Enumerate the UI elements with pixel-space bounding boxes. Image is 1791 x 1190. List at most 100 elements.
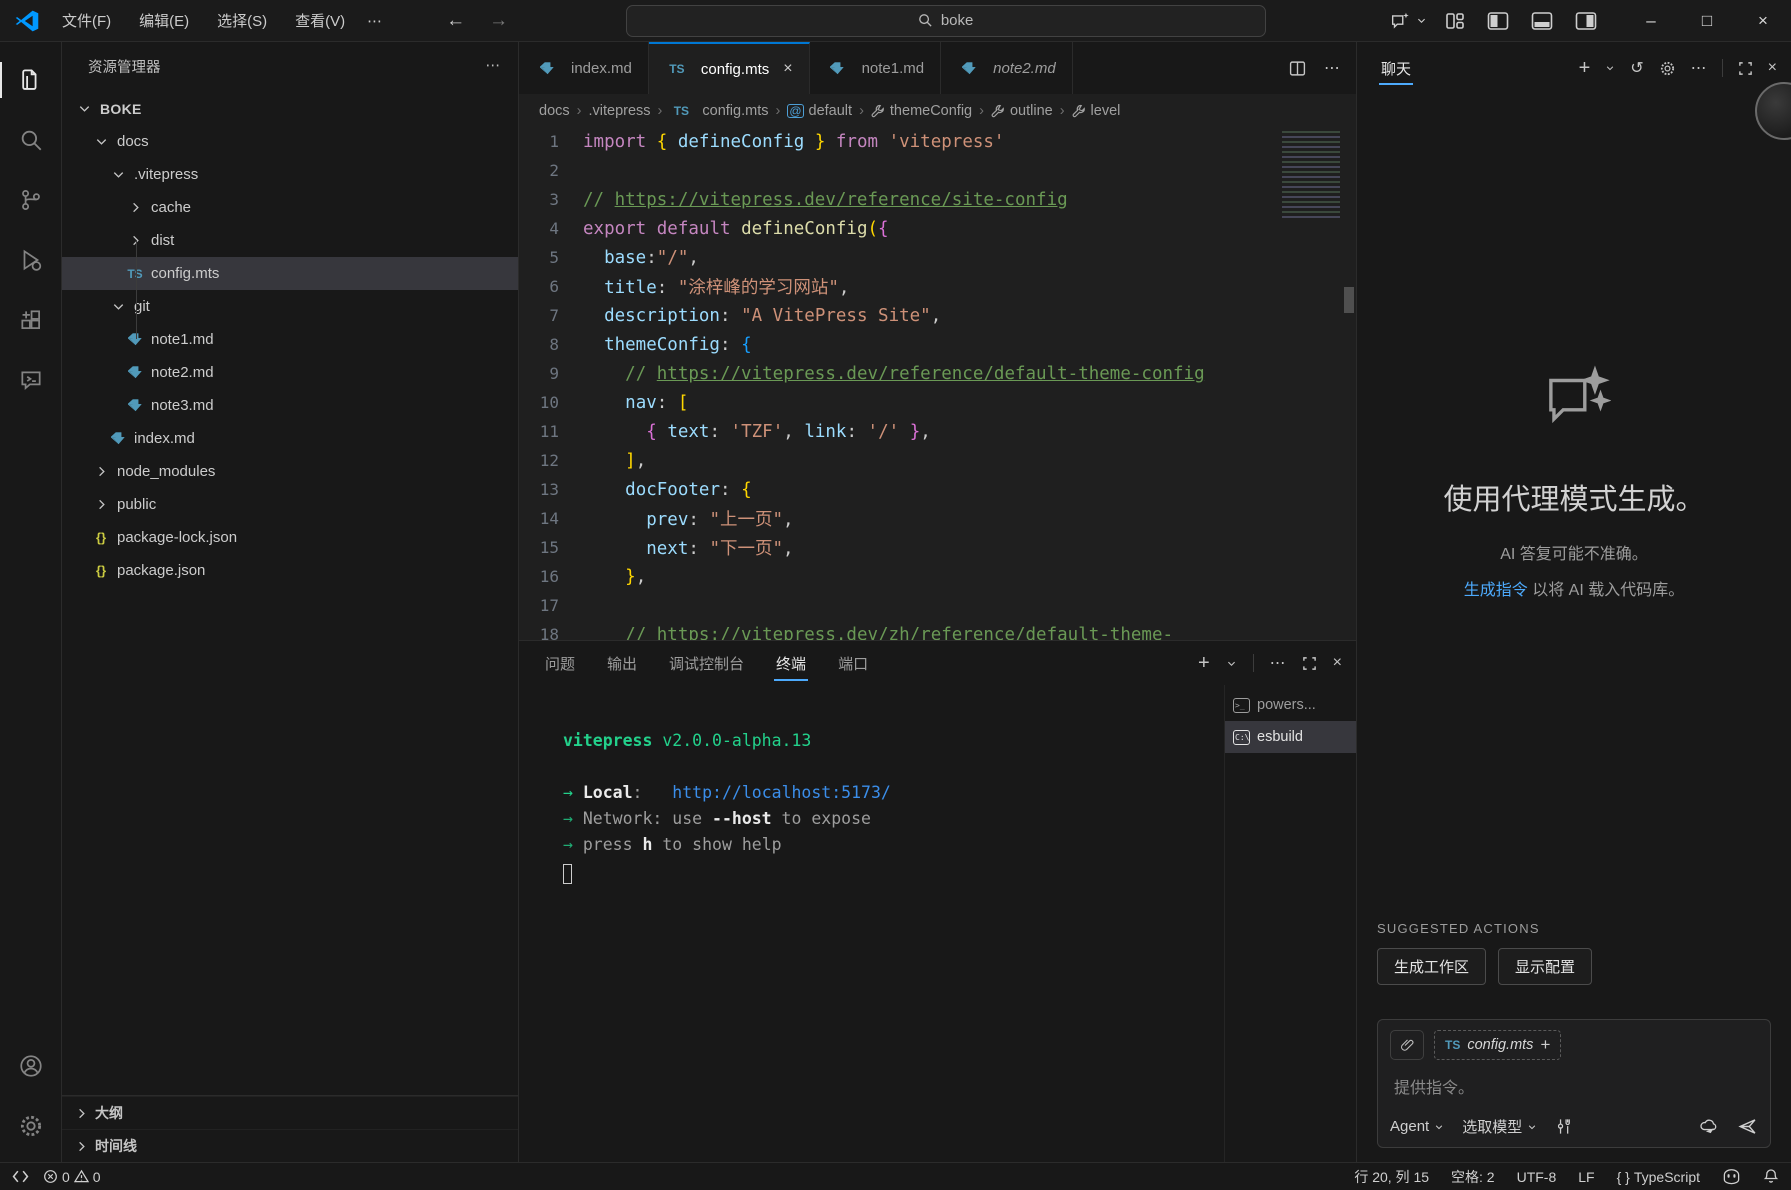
chat-input-box[interactable]: TS config.mts + 提供指令。 Agent 选取模型 — [1377, 1019, 1771, 1148]
extensions-icon[interactable] — [0, 290, 62, 350]
problems-status[interactable]: 0 0 — [43, 1169, 101, 1185]
send-icon[interactable] — [1737, 1116, 1758, 1137]
terminal-instance[interactable]: >_powers... — [1225, 689, 1356, 721]
chat-icon[interactable] — [0, 350, 62, 410]
breadcrumb[interactable]: docs›.vitepress›TSconfig.mts›@default›th… — [519, 94, 1356, 127]
toggle-panel-icon[interactable] — [1531, 11, 1553, 31]
panel-tab[interactable]: 端口 — [836, 644, 870, 683]
tree-item[interactable]: docs — [62, 125, 518, 158]
menu-item[interactable]: 文件(F) — [50, 5, 123, 36]
terminal-profile-chevron-icon[interactable] — [1226, 658, 1237, 669]
breadcrumb-item[interactable]: docs — [539, 103, 570, 119]
tree-item[interactable]: {}package.json — [62, 554, 518, 587]
attach-context-button[interactable] — [1390, 1030, 1424, 1060]
copilot-menu-button[interactable] — [1389, 10, 1427, 32]
terminal-instance[interactable]: C:\esbuild — [1225, 721, 1356, 753]
settings-gear-icon[interactable] — [0, 1096, 62, 1156]
tree-item[interactable]: note2.md — [62, 356, 518, 389]
explorer-icon[interactable] — [0, 50, 62, 110]
toggle-sidebar-icon[interactable] — [1487, 11, 1509, 31]
encoding[interactable]: UTF-8 — [1517, 1169, 1557, 1185]
chat-input-placeholder[interactable]: 提供指令。 — [1394, 1074, 1756, 1098]
panel-more-icon[interactable]: ⋯ — [1270, 653, 1286, 673]
close-tab-icon[interactable]: × — [783, 60, 792, 78]
command-center-search[interactable]: boke — [626, 5, 1266, 37]
tools-icon[interactable] — [1555, 1117, 1574, 1136]
back-icon[interactable]: ← — [438, 8, 473, 34]
mode-picker[interactable]: Agent — [1390, 1118, 1444, 1135]
breadcrumb-item[interactable]: level — [1072, 103, 1121, 119]
chevron-down-icon[interactable] — [1605, 63, 1615, 73]
breadcrumb-item[interactable]: TSconfig.mts — [669, 103, 768, 119]
terminal-output[interactable]: vitepress v2.0.0-alpha.13→ Local: http:/… — [519, 685, 1224, 1162]
chat-settings-gear-icon[interactable] — [1659, 60, 1676, 77]
chat-close-icon[interactable]: × — [1768, 59, 1777, 77]
search-icon[interactable] — [0, 110, 62, 170]
menu-more-icon[interactable]: ⋯ — [357, 7, 392, 35]
suggested-action-button[interactable]: 显示配置 — [1498, 948, 1592, 985]
code-editor[interactable]: 1import { defineConfig } from 'vitepress… — [519, 127, 1356, 640]
explorer-actions-icon[interactable]: ⋯ — [486, 58, 501, 74]
chat-maximize-icon[interactable] — [1738, 61, 1753, 76]
suggested-action-button[interactable]: 生成工作区 — [1377, 948, 1486, 985]
tree-item[interactable]: {}package-lock.json — [62, 521, 518, 554]
close-button[interactable]: × — [1735, 0, 1791, 41]
panel-tab[interactable]: 问题 — [543, 644, 577, 683]
sidebar-section[interactable]: 大纲 — [62, 1096, 518, 1129]
model-picker[interactable]: 选取模型 — [1462, 1116, 1537, 1137]
editor-tab[interactable]: note2.md — [941, 42, 1073, 94]
forward-icon[interactable]: → — [481, 8, 516, 34]
menu-item[interactable]: 查看(V) — [283, 5, 357, 36]
cursor-position[interactable]: 行 20, 列 15 — [1354, 1167, 1429, 1187]
breadcrumb-item[interactable]: themeConfig — [871, 103, 972, 119]
eol[interactable]: LF — [1578, 1169, 1594, 1185]
panel-tab[interactable]: 调试控制台 — [667, 644, 746, 683]
chat-history-icon[interactable]: ↺ — [1630, 58, 1643, 78]
chat-tab[interactable]: 聊天 — [1379, 46, 1413, 91]
minimap[interactable] — [1282, 131, 1340, 219]
generate-instructions-link[interactable]: 生成指令 — [1464, 582, 1528, 599]
remote-indicator-icon[interactable] — [12, 1168, 29, 1185]
tree-item[interactable]: node_modules — [62, 455, 518, 488]
tree-item[interactable]: dist — [62, 224, 518, 257]
breadcrumb-item[interactable]: .vitepress — [588, 103, 650, 119]
maximize-button[interactable]: □ — [1679, 0, 1735, 41]
add-context-icon[interactable]: + — [1540, 1035, 1550, 1055]
chat-more-icon[interactable]: ⋯ — [1691, 58, 1707, 78]
editor-tab[interactable]: note1.md — [810, 42, 942, 94]
tree-item[interactable]: git — [62, 290, 518, 323]
tree-item[interactable]: BOKE — [62, 92, 518, 125]
account-icon[interactable] — [0, 1036, 62, 1096]
editor-more-icon[interactable]: ⋯ — [1324, 58, 1340, 78]
maximize-panel-icon[interactable] — [1302, 656, 1317, 671]
notifications-bell-icon[interactable] — [1763, 1168, 1779, 1185]
tree-item[interactable]: .vitepress — [62, 158, 518, 191]
close-panel-icon[interactable]: × — [1333, 654, 1342, 672]
indentation[interactable]: 空格: 2 — [1451, 1167, 1495, 1187]
breadcrumb-item[interactable]: outline — [991, 103, 1053, 119]
new-terminal-icon[interactable]: + — [1198, 652, 1210, 675]
split-editor-icon[interactable] — [1289, 60, 1306, 77]
menu-item[interactable]: 编辑(E) — [127, 5, 201, 36]
voice-input-icon[interactable] — [1698, 1116, 1719, 1137]
context-chip[interactable]: TS config.mts + — [1434, 1030, 1561, 1060]
tree-item[interactable]: note3.md — [62, 389, 518, 422]
panel-tab[interactable]: 输出 — [605, 644, 639, 683]
breadcrumb-item[interactable]: @default — [787, 103, 852, 119]
customize-layout-icon[interactable] — [1445, 11, 1465, 31]
copilot-status-icon[interactable] — [1722, 1168, 1741, 1185]
menu-item[interactable]: 选择(S) — [205, 5, 279, 36]
tree-item[interactable]: index.md — [62, 422, 518, 455]
editor-scrollbar[interactable] — [1344, 287, 1354, 313]
editor-tab[interactable]: index.md — [519, 42, 649, 94]
new-chat-icon[interactable]: + — [1579, 57, 1591, 80]
tree-item[interactable]: TSconfig.mts — [62, 257, 518, 290]
tree-item[interactable]: public — [62, 488, 518, 521]
tree-item[interactable]: cache — [62, 191, 518, 224]
minimize-button[interactable]: – — [1623, 0, 1679, 41]
toggle-secondary-sidebar-icon[interactable] — [1575, 11, 1597, 31]
run-debug-icon[interactable] — [0, 230, 62, 290]
tree-item[interactable]: note1.md — [62, 323, 518, 356]
editor-tab[interactable]: TSconfig.mts× — [649, 42, 810, 94]
source-control-icon[interactable] — [0, 170, 62, 230]
